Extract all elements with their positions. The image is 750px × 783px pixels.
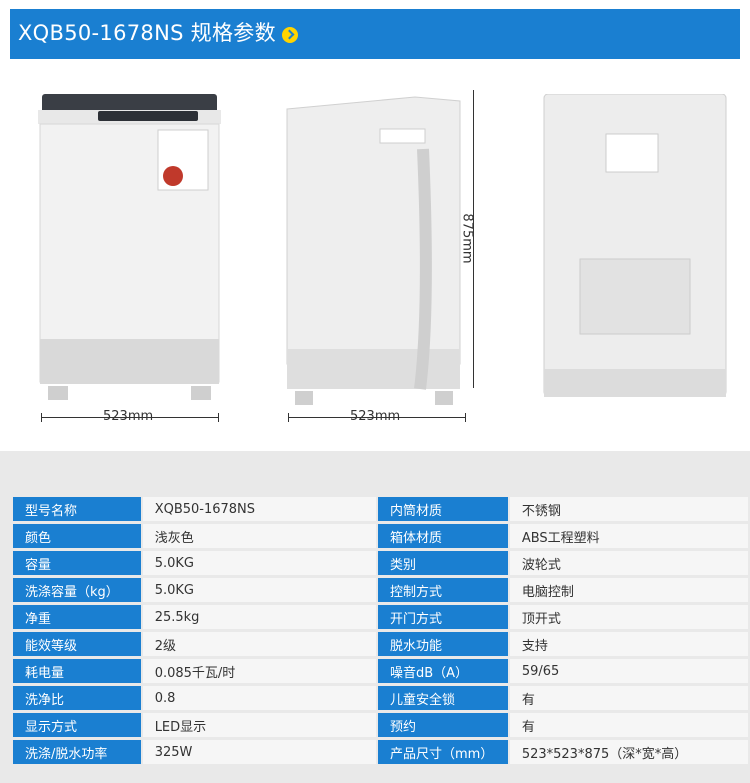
spec-value: LED显示 [142, 713, 377, 737]
side-width-label: 523mm [350, 409, 401, 424]
spec-key: 箱体材质 [378, 524, 508, 548]
spec-value: 325W [142, 740, 377, 764]
table-row: 耗电量 0.085千瓦/时 噪音dB（A） 59/65 [13, 659, 748, 683]
spec-key: 噪音dB（A） [378, 659, 508, 683]
spec-value: XQB50-1678NS [142, 497, 377, 521]
spec-value: 25.5kg [142, 605, 377, 629]
spec-key: 颜色 [13, 524, 141, 548]
spec-key: 内筒材质 [378, 497, 508, 521]
spec-value: 浅灰色 [142, 524, 377, 548]
front-view-image [38, 94, 221, 400]
side-width-tick-left [288, 413, 289, 422]
spec-value: 0.085千瓦/时 [142, 659, 377, 683]
side-view-image [286, 96, 461, 405]
spec-value: 有 [509, 713, 748, 737]
spec-key: 控制方式 [378, 578, 508, 602]
table-row: 洗净比 0.8 儿童安全锁有 [13, 686, 748, 710]
table-row: 容量 5.0KG 类别 波轮式 [13, 551, 748, 575]
product-photos: 875mm 523mm 523mm [0, 59, 750, 449]
spec-key: 容量 [13, 551, 141, 575]
spec-section: 型号名称 XQB50-1678NS 内筒材质 不锈钢 颜色 浅灰色 箱体材质 ABS工程塑料容… [0, 451, 750, 783]
spec-value: 不锈钢 [509, 497, 748, 521]
spec-key: 净重 [13, 605, 141, 629]
spec-key: 洗净比 [13, 686, 141, 710]
table-row: 颜色 浅灰色 箱体材质 ABS工程塑料 [13, 524, 748, 548]
spec-value: 电脑控制 [509, 578, 748, 602]
spec-key: 耗电量 [13, 659, 141, 683]
spec-key: 洗涤/脱水功率 [13, 740, 141, 764]
spec-value: 59/65 [509, 659, 748, 683]
spec-value: 5.0KG [142, 551, 377, 575]
back-view-image [543, 94, 727, 397]
spec-value: 波轮式 [509, 551, 748, 575]
spec-key: 洗涤容量（kg） [13, 578, 141, 602]
spec-value: ABS工程塑料 [509, 524, 748, 548]
spec-value: 支持 [509, 632, 748, 656]
spec-value: 523*523*875（深*宽*高） [509, 740, 748, 764]
page-title: XQB50-1678NS 规格参数 [18, 21, 276, 45]
front-width-tick-left [41, 413, 42, 422]
table-row: 能效等级 2级 脱水功能 支持 [13, 632, 748, 656]
table-row: 洗涤/脱水功率 325W 产品尺寸（mm） 523*523*875（深*宽*高） [13, 740, 748, 764]
table-row: 洗涤容量（kg） 5.0KG 控制方式 电脑控制 [13, 578, 748, 602]
spec-value: 2级 [142, 632, 377, 656]
spec-key: 预约 [378, 713, 508, 737]
spec-key: 类别 [378, 551, 508, 575]
spec-key: 脱水功能 [378, 632, 508, 656]
side-width-tick-right [465, 413, 466, 422]
spec-value: 0.8 [142, 686, 377, 710]
chevron-right-icon[interactable] [282, 27, 298, 43]
front-width-tick-right [218, 413, 219, 422]
spec-key: 显示方式 [13, 713, 141, 737]
spec-key: 产品尺寸（mm） [378, 740, 508, 764]
spec-value: 有 [509, 686, 748, 710]
spec-key: 型号名称 [13, 497, 141, 521]
height-dimension-label: 875mm [459, 213, 475, 264]
table-row: 净重 25.5kg 开门方式 顶开式 [13, 605, 748, 629]
front-width-label: 523mm [103, 409, 154, 424]
spec-key: 能效等级 [13, 632, 141, 656]
table-row: 显示方式 LED显示 预约有 [13, 713, 748, 737]
header-banner: XQB50-1678NS 规格参数 [10, 9, 740, 59]
spec-table: 型号名称 XQB50-1678NS 内筒材质 不锈钢 颜色 浅灰色 箱体材质 ABS工程塑料容… [11, 494, 750, 767]
spec-value: 5.0KG [142, 578, 377, 602]
table-row: 型号名称 XQB50-1678NS 内筒材质 不锈钢 [13, 497, 748, 521]
spec-value: 顶开式 [509, 605, 748, 629]
spec-key: 儿童安全锁 [378, 686, 508, 710]
spec-key: 开门方式 [378, 605, 508, 629]
